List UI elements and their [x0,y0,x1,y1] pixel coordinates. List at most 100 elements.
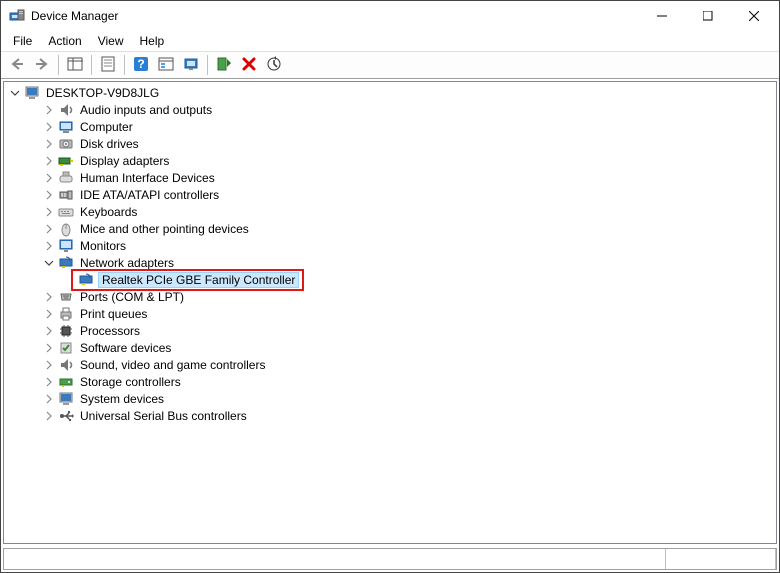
menu-action[interactable]: Action [40,32,89,50]
minimize-button[interactable] [639,1,685,31]
category-icon [58,204,74,220]
forward-button[interactable] [30,53,54,77]
tree-item-label: Keyboards [78,205,139,219]
category-icon [58,170,74,186]
tree-item-audio-inputs-and-outputs[interactable]: Audio inputs and outputs [8,101,772,118]
collapse-arrow-icon[interactable] [42,256,56,270]
tree-item-label: Disk drives [78,137,141,151]
close-button[interactable] [731,1,777,31]
toolbar: ? [1,51,779,79]
category-icon [58,187,74,203]
expand-arrow-icon[interactable] [42,307,56,321]
tree-item-realtek-nic[interactable]: Realtek PCIe GBE Family Controller [8,271,772,288]
category-icon [58,153,74,169]
tree-item-label: Storage controllers [78,375,183,389]
tree-item-disk-drives[interactable]: Disk drives [8,135,772,152]
tree-item-label: System devices [78,392,166,406]
tree-item-label: Audio inputs and outputs [78,103,214,117]
enable-device-icon [216,56,232,75]
category-icon [58,221,74,237]
expand-arrow-icon[interactable] [42,239,56,253]
update-driver-icon [183,56,199,75]
tree-item-label: Realtek PCIe GBE Family Controller [98,272,299,288]
category-icon [58,340,74,356]
tree-item-label: Mice and other pointing devices [78,222,251,236]
view-devices-icon [158,56,174,75]
expand-arrow-icon[interactable] [42,154,56,168]
update-driver-button[interactable] [179,53,203,77]
uninstall-device-button[interactable] [237,53,261,77]
show-hide-tree-icon [67,56,83,75]
menu-file[interactable]: File [5,32,40,50]
tree-item-processors[interactable]: Processors [8,322,772,339]
properties-icon [100,56,116,75]
forward-arrow-icon [34,56,50,75]
scan-hardware-button[interactable] [262,53,286,77]
expand-arrow-icon[interactable] [42,137,56,151]
expand-arrow-icon[interactable] [42,103,56,117]
maximize-button[interactable] [685,1,731,31]
expand-arrow-icon[interactable] [8,86,22,100]
tree-item-universal-serial-bus-controllers[interactable]: Universal Serial Bus controllers [8,407,772,424]
tree-item-ide-ata-atapi-controllers[interactable]: IDE ATA/ATAPI controllers [8,186,772,203]
category-icon [58,391,74,407]
tree-item-computer[interactable]: Computer [8,118,772,135]
expand-arrow-icon[interactable] [42,290,56,304]
help-button[interactable]: ? [129,53,153,77]
properties-button[interactable] [96,53,120,77]
category-icon [58,119,74,135]
back-arrow-icon [9,56,25,75]
statusbar-section-2 [666,549,776,569]
tree-item-software-devices[interactable]: Software devices [8,339,772,356]
category-icon [58,289,74,305]
tree-item-label: Sound, video and game controllers [78,358,267,372]
tree-item-print-queues[interactable]: Print queues [8,305,772,322]
expand-arrow-icon[interactable] [42,120,56,134]
device-tree[interactable]: DESKTOP-V9D8JLG Audio inputs and outputs… [3,81,777,544]
tree-item-label: Computer [78,120,135,134]
expand-arrow-icon[interactable] [42,358,56,372]
tree-item-monitors[interactable]: Monitors [8,237,772,254]
enable-device-button[interactable] [212,53,236,77]
expand-arrow-icon[interactable] [42,222,56,236]
tree-root[interactable]: DESKTOP-V9D8JLG [8,84,772,101]
expand-arrow-icon[interactable] [42,188,56,202]
expand-arrow-icon[interactable] [42,409,56,423]
network-adapter-icon [78,272,94,288]
tree-item-human-interface-devices[interactable]: Human Interface Devices [8,169,772,186]
category-icon [58,238,74,254]
tree-item-sound-video-and-game-controllers[interactable]: Sound, video and game controllers [8,356,772,373]
tree-item-display-adapters[interactable]: Display adapters [8,152,772,169]
expand-arrow-icon[interactable] [42,392,56,406]
show-hide-console-tree-button[interactable] [63,53,87,77]
root-label: DESKTOP-V9D8JLG [44,86,161,100]
delete-icon [241,56,257,75]
tree-item-keyboards[interactable]: Keyboards [8,203,772,220]
menu-view[interactable]: View [90,32,132,50]
menu-help[interactable]: Help [132,32,173,50]
tree-item-label: Ports (COM & LPT) [78,290,186,304]
category-icon [58,323,74,339]
expand-arrow-icon[interactable] [42,205,56,219]
tree-item-system-devices[interactable]: System devices [8,390,772,407]
svg-text:?: ? [137,57,144,71]
expand-arrow-icon[interactable] [42,375,56,389]
expand-arrow-icon[interactable] [42,324,56,338]
tree-item-ports-com-lpt-[interactable]: Ports (COM & LPT) [8,288,772,305]
tree-item-storage-controllers[interactable]: Storage controllers [8,373,772,390]
expand-arrow-icon[interactable] [42,171,56,185]
tree-item-label: Print queues [78,307,149,321]
help-icon: ? [133,56,149,75]
back-button[interactable] [5,53,29,77]
category-icon [58,136,74,152]
expand-arrow-icon[interactable] [42,341,56,355]
scan-hardware-icon [266,56,282,75]
tree-item-label: Human Interface Devices [78,171,217,185]
computer-icon [24,85,40,101]
tree-item-mice-and-other-pointing-devices[interactable]: Mice and other pointing devices [8,220,772,237]
view-devices-button[interactable] [154,53,178,77]
titlebar: Device Manager [1,1,779,31]
category-icon [58,306,74,322]
annotation-highlight: Realtek PCIe GBE Family Controller [71,269,304,291]
category-icon [58,102,74,118]
